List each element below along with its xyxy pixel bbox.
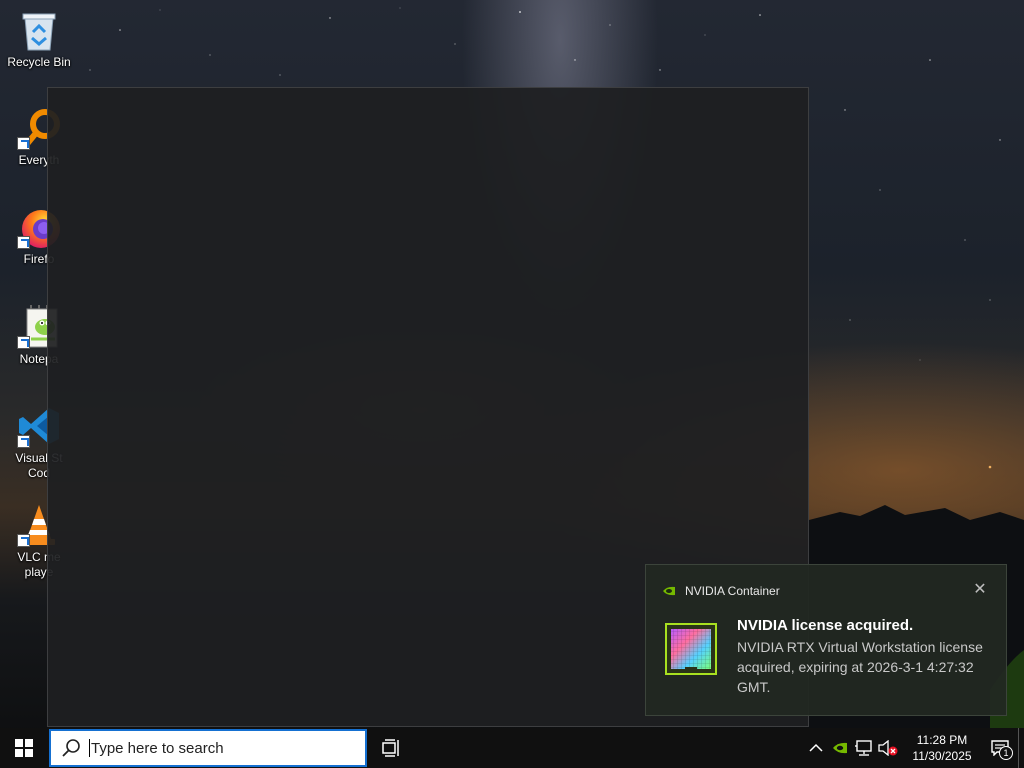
notification-app-name: NVIDIA Container [685,584,780,598]
recycle-bin-icon [22,13,56,51]
notification-toast[interactable]: NVIDIA Container ✕ NVIDIA license acquir… [645,564,1007,716]
nvidia-logo-icon [663,586,675,596]
network-button[interactable] [852,728,876,768]
gpu-chip-icon [665,623,717,675]
show-hidden-icons-button[interactable] [804,728,828,768]
clock-date: 11/30/2025 [912,749,972,763]
shortcut-arrow-icon [17,435,30,448]
nvidia-tray-button[interactable] [828,728,852,768]
shortcut-arrow-icon [17,534,30,547]
shortcut-arrow-icon [17,236,30,249]
notification-body: NVIDIA RTX Virtual Workstation license a… [737,639,983,695]
search-icon [62,739,80,757]
taskbar-clock[interactable]: 11:28 PM 11/30/2025 [906,732,978,764]
windows-logo-icon [15,739,33,757]
text-caret [89,739,90,757]
start-button[interactable] [0,728,48,768]
nvidia-tray-icon [833,742,847,754]
search-input[interactable] [91,739,331,757]
taskbar: 11:28 PM 11/30/2025 1 [0,728,1024,768]
taskbar-search-box[interactable] [49,729,367,767]
chevron-up-icon [809,743,823,752]
close-icon[interactable]: ✕ [972,582,988,598]
network-icon [855,740,872,756]
task-view-button[interactable] [368,728,416,768]
clock-time: 11:28 PM [916,733,968,747]
shortcut-arrow-icon [17,137,30,150]
volume-button[interactable] [876,728,900,768]
desktop-icon-label: Recycle Bin [7,55,71,69]
notification-header: NVIDIA Container [662,584,780,598]
task-view-icon [382,739,399,757]
volume-muted-icon [878,740,898,756]
system-tray: 11:28 PM 11/30/2025 1 [804,728,1024,768]
show-desktop-button[interactable] [1018,728,1024,768]
notification-count-badge: 1 [999,746,1013,760]
desktop-icon-recycle-bin[interactable]: Recycle Bin [0,8,78,70]
notification-title: NVIDIA license acquired. [737,617,914,634]
shortcut-arrow-icon [17,336,30,349]
action-center-button[interactable]: 1 [982,728,1018,768]
